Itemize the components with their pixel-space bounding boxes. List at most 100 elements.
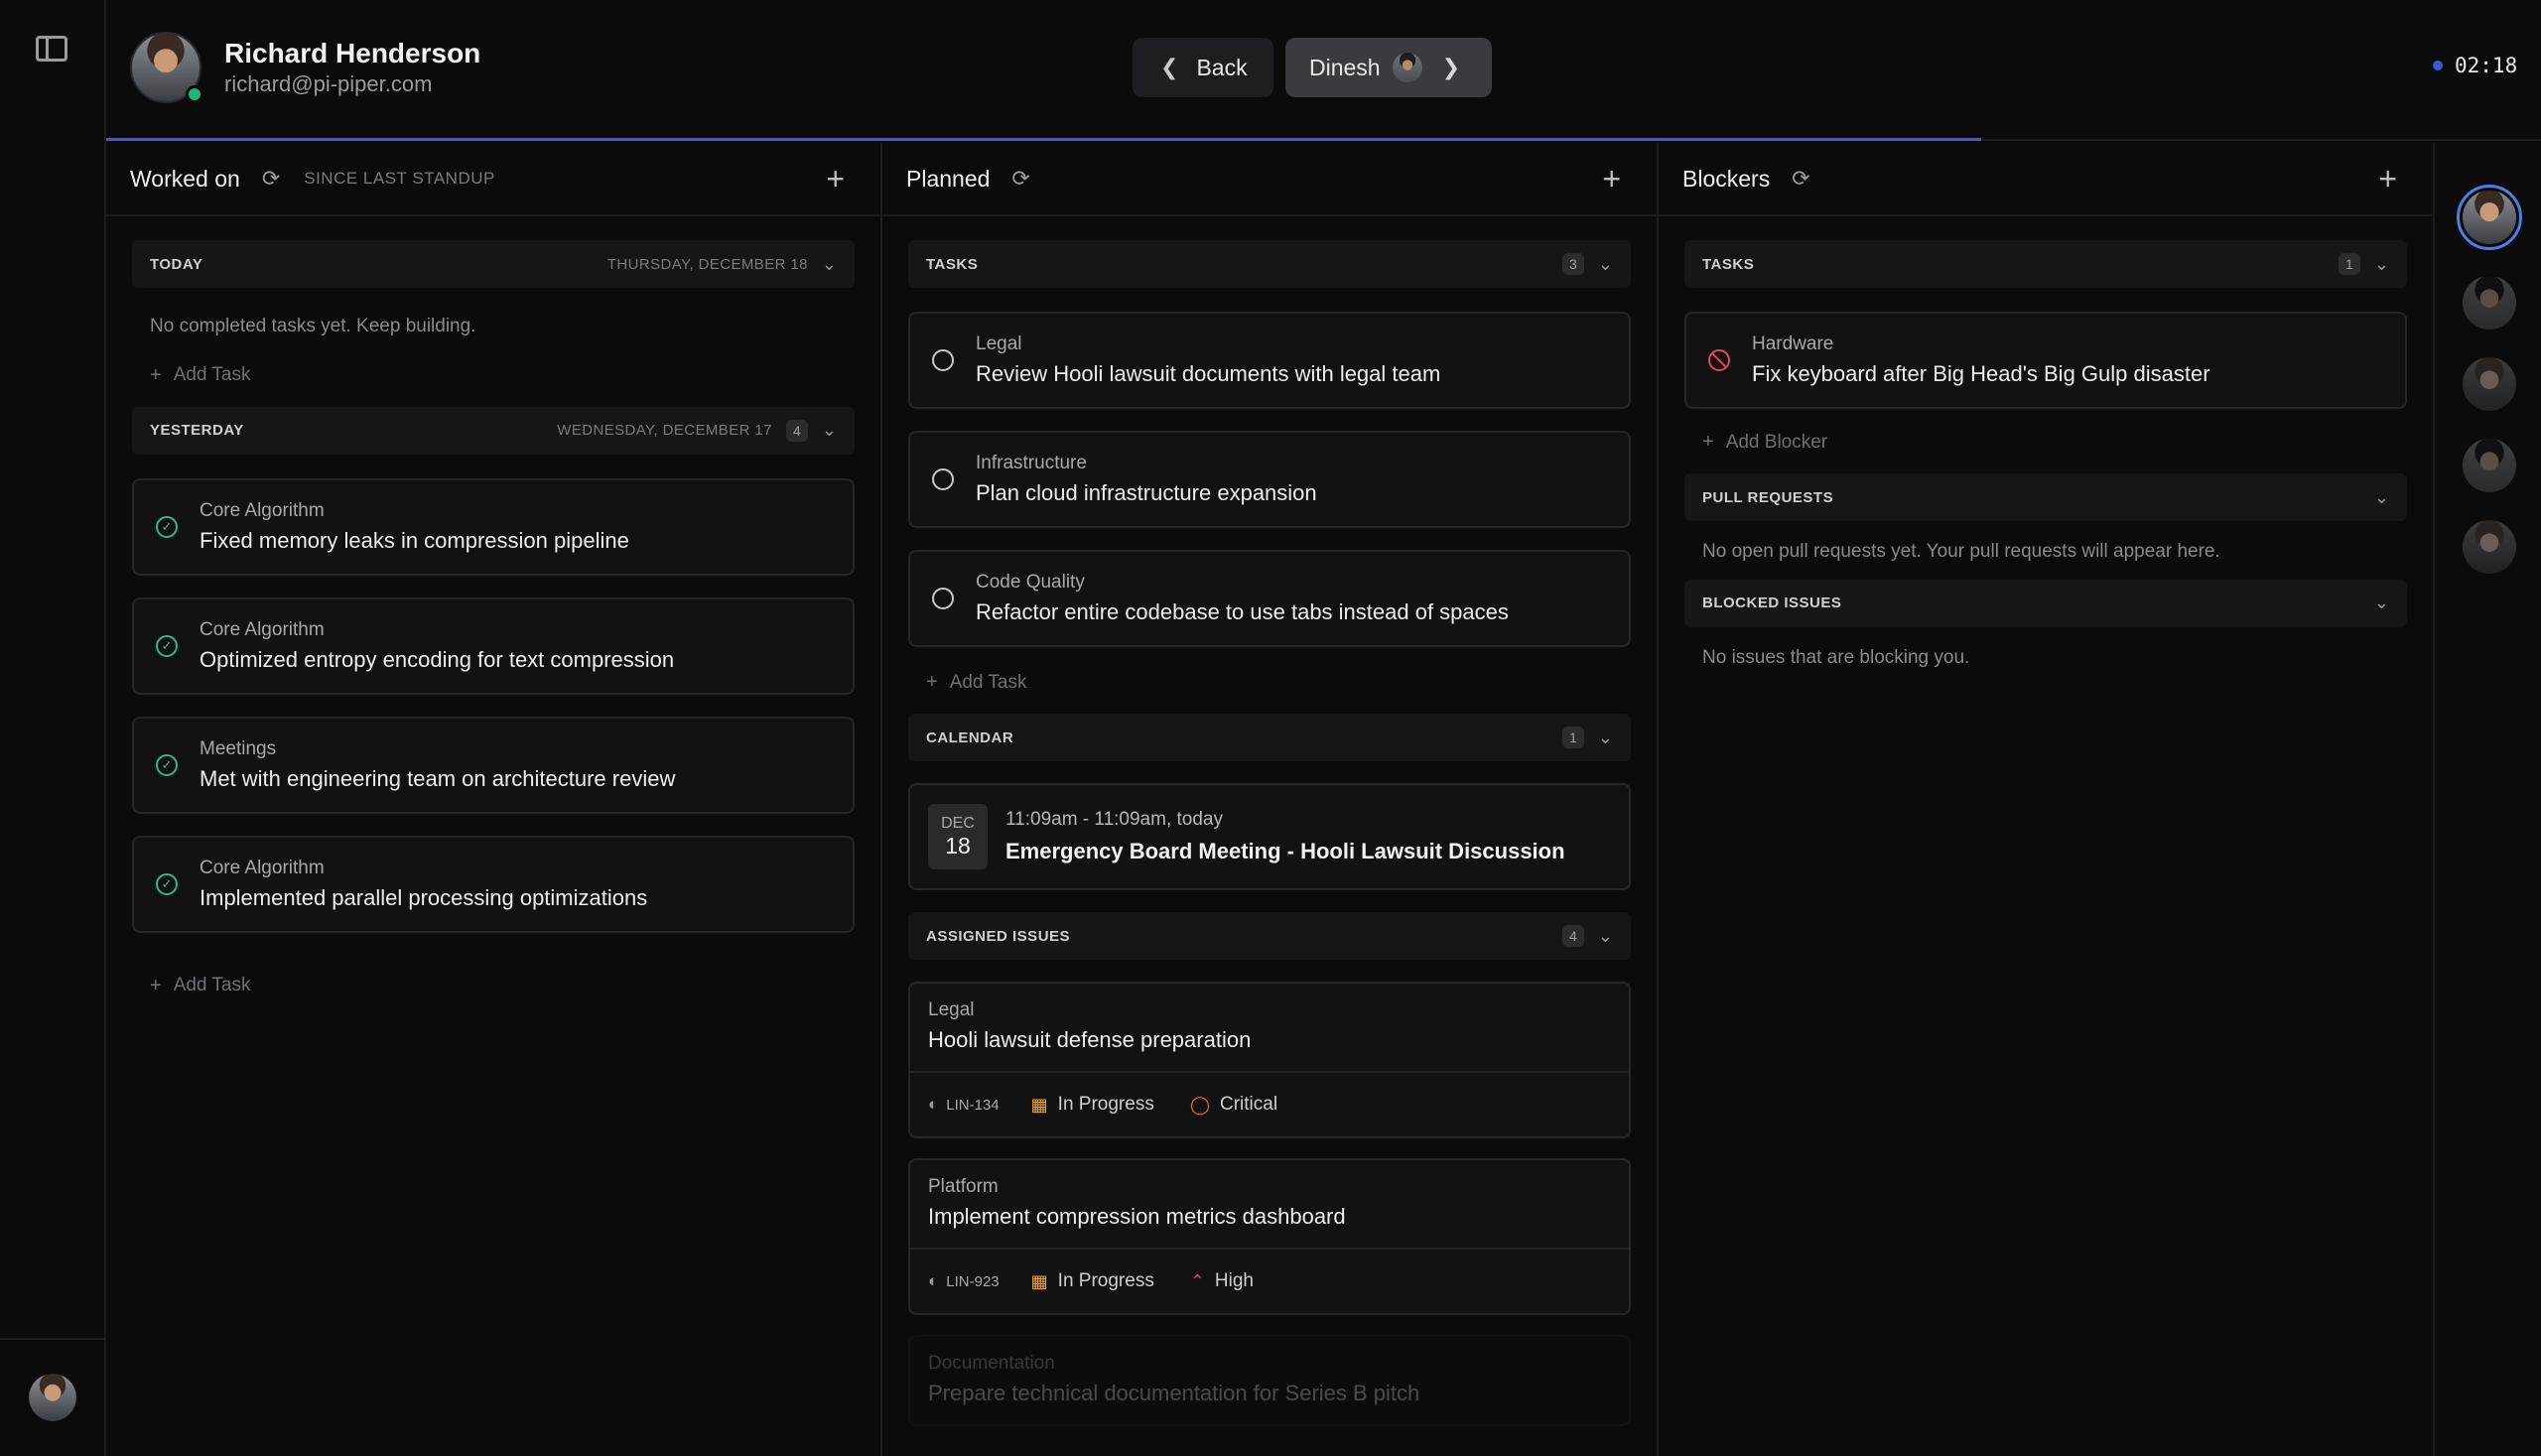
- check-circle-icon: ✓: [156, 515, 178, 538]
- add-task-button[interactable]: + Add Task: [908, 669, 1631, 714]
- add-label: Add Blocker: [1725, 431, 1828, 453]
- add-blocker-button[interactable]: + Add Blocker: [1684, 431, 2407, 473]
- issue-category: Platform: [928, 1176, 999, 1197]
- next-person-avatar: [1392, 53, 1422, 82]
- section-blocked-issues[interactable]: BLOCKED ISSUES ⌄: [1684, 579, 2407, 627]
- planned-task-card[interactable]: Legal Review Hooli lawsuit documents with…: [908, 312, 1631, 409]
- team-member-avatar[interactable]: [2463, 276, 2516, 330]
- count-badge: 4: [1561, 925, 1584, 947]
- empty-message: No issues that are blocking you.: [1702, 646, 1970, 668]
- chevron-down-icon[interactable]: ⌄: [1598, 728, 1613, 748]
- completed-task-card[interactable]: ✓ Core Algorithm Fixed memory leaks in co…: [132, 477, 855, 576]
- add-task-button[interactable]: + Add Task: [132, 955, 855, 1017]
- timer-value: 02:18: [2455, 54, 2518, 77]
- chevron-up-icon: ⌃: [1189, 1270, 1205, 1291]
- chevron-down-icon[interactable]: ⌄: [2374, 254, 2389, 275]
- plus-icon: +: [150, 974, 162, 996]
- column-title: Blockers: [1682, 165, 1771, 192]
- chevron-down-icon[interactable]: ⌄: [2374, 593, 2389, 613]
- add-task-button[interactable]: + Add Task: [132, 344, 855, 407]
- circle-checkbox[interactable]: [932, 468, 954, 490]
- blocker-category: Hardware: [1752, 333, 1834, 354]
- section-date: WEDNESDAY, DECEMBER 17: [557, 422, 772, 440]
- user-email: richard@pi-piper.com: [224, 71, 433, 96]
- issue-card[interactable]: Legal Hooli lawsuit defense preparation …: [908, 982, 1631, 1138]
- refresh-icon[interactable]: ⟳: [262, 166, 280, 192]
- plus-icon: +: [1702, 431, 1714, 453]
- empty-message: No open pull requests yet. Your pull req…: [1702, 541, 2220, 562]
- completed-task-card[interactable]: ✓ Meetings Met with engineering team on a…: [132, 716, 855, 814]
- recording-dot-icon: [2433, 61, 2443, 70]
- empty-message: No completed tasks yet. Keep building.: [150, 316, 476, 336]
- sidebar-toggle-icon[interactable]: [36, 36, 67, 62]
- section-tasks[interactable]: TASKS 1 ⌄: [1684, 240, 2407, 288]
- section-title: ASSIGNED ISSUES: [926, 927, 1071, 945]
- section-pull-requests[interactable]: PULL REQUESTS ⌄: [1684, 473, 2407, 521]
- task-category: Core Algorithm: [200, 499, 325, 521]
- plus-icon: +: [926, 671, 938, 693]
- section-tasks[interactable]: TASKS 3 ⌄: [908, 240, 1631, 288]
- chevron-down-icon[interactable]: ⌄: [1598, 254, 1613, 275]
- task-category: Legal: [976, 333, 1022, 354]
- standup-timer: 02:18: [2433, 54, 2517, 77]
- completed-task-card[interactable]: ✓ Core Algorithm Implemented parallel pro…: [132, 835, 855, 933]
- issue-card[interactable]: Platform Implement compression metrics d…: [908, 1158, 1631, 1315]
- count-badge: 1: [2338, 253, 2360, 275]
- worked-on-column: Worked on ⟳ SINCE LAST STANDUP + TODAY T…: [106, 143, 882, 1456]
- team-member-avatar[interactable]: [2463, 439, 2516, 492]
- refresh-icon[interactable]: ⟳: [1011, 166, 1029, 192]
- section-calendar[interactable]: CALENDAR 1 ⌄: [908, 714, 1631, 761]
- blockers-column: Blockers ⟳ + TASKS 1 ⌄ Hardware Fix keybo…: [1659, 143, 2435, 1456]
- task-category: Code Quality: [976, 572, 1085, 593]
- check-circle-icon: ✓: [156, 872, 178, 895]
- section-today[interactable]: TODAY THURSDAY, DECEMBER 18 ⌄: [132, 240, 855, 288]
- planned-task-card[interactable]: Code Quality Refactor entire codebase to …: [908, 550, 1631, 647]
- section-title: BLOCKED ISSUES: [1702, 595, 1842, 612]
- user-avatar: [130, 32, 203, 103]
- divider: [0, 1338, 104, 1340]
- next-person-button[interactable]: Dinesh ❯: [1285, 38, 1492, 97]
- planned-column: Planned ⟳ + TASKS 3 ⌄ Legal Review Hooli …: [882, 143, 1659, 1456]
- section-yesterday[interactable]: YESTERDAY WEDNESDAY, DECEMBER 17 4 ⌄: [132, 406, 855, 455]
- blocker-title: Fix keyboard after Big Head's Big Gulp d…: [1752, 361, 2210, 386]
- event-day: 18: [945, 832, 971, 859]
- chevron-down-icon[interactable]: ⌄: [1598, 926, 1613, 947]
- task-title: Plan cloud infrastructure expansion: [976, 480, 1317, 505]
- left-sidebar: [0, 0, 106, 1456]
- chevron-down-icon[interactable]: ⌄: [2374, 487, 2389, 508]
- back-label: Back: [1196, 54, 1248, 80]
- issue-card[interactable]: Documentation Prepare technical document…: [908, 1335, 1631, 1426]
- chevron-down-icon[interactable]: ⌄: [822, 420, 837, 441]
- linear-icon: ◐: [928, 1271, 939, 1290]
- calendar-date-badge: DEC 18: [928, 804, 988, 869]
- section-title: PULL REQUESTS: [1702, 488, 1834, 506]
- issue-id: LIN-923: [946, 1272, 1000, 1290]
- refresh-icon[interactable]: ⟳: [1792, 166, 1809, 192]
- issue-category: Documentation: [928, 1353, 1055, 1374]
- standup-progress-bar: [106, 138, 1981, 141]
- circle-checkbox[interactable]: [932, 588, 954, 609]
- issue-status: In Progress: [1057, 1094, 1154, 1115]
- blocker-card[interactable]: Hardware Fix keyboard after Big Head's Bi…: [1684, 312, 2407, 409]
- add-icon[interactable]: +: [826, 161, 845, 198]
- add-icon[interactable]: +: [2378, 161, 2397, 198]
- issue-title: Prepare technical documentation for Seri…: [928, 1381, 1420, 1405]
- circle-checkbox[interactable]: [932, 349, 954, 371]
- task-title: Met with engineering team on architectur…: [200, 765, 676, 791]
- planned-task-card[interactable]: Infrastructure Plan cloud infrastructure …: [908, 431, 1631, 528]
- team-member-avatar[interactable]: [2463, 357, 2516, 411]
- completed-task-card[interactable]: ✓ Core Algorithm Optimized entropy encodi…: [132, 596, 855, 695]
- count-badge: 3: [1561, 253, 1584, 275]
- count-badge: 4: [785, 419, 808, 442]
- add-icon[interactable]: +: [1602, 161, 1621, 198]
- section-assigned-issues[interactable]: ASSIGNED ISSUES 4 ⌄: [908, 912, 1631, 960]
- task-category: Infrastructure: [976, 453, 1087, 473]
- team-member-avatar[interactable]: [2463, 520, 2516, 574]
- team-member-avatar-active[interactable]: [2457, 185, 2522, 250]
- column-title: Planned: [906, 165, 991, 192]
- chevron-down-icon[interactable]: ⌄: [822, 254, 837, 275]
- calendar-event-card[interactable]: DEC 18 11:09am - 11:09am, today Emergenc…: [908, 783, 1631, 890]
- current-user-avatar[interactable]: [29, 1374, 76, 1421]
- back-button[interactable]: ❮ Back: [1133, 38, 1273, 97]
- chevron-right-icon: ❯: [1441, 55, 1461, 79]
